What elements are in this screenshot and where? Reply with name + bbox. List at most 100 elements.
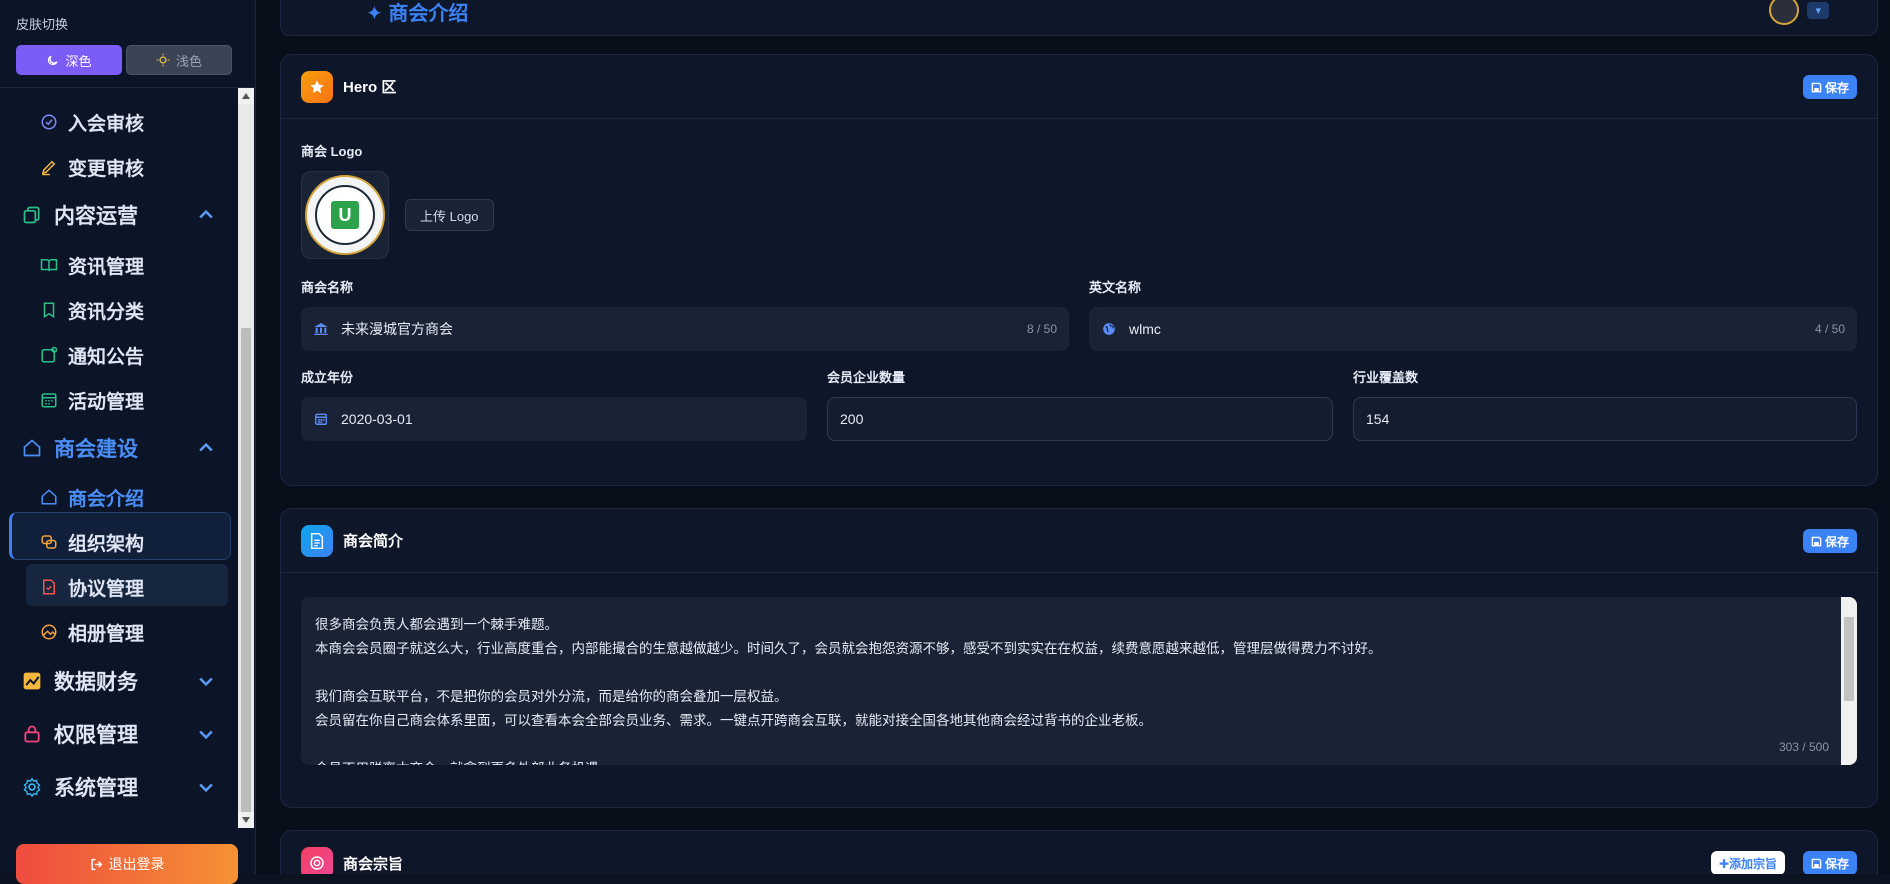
chamber-name-input[interactable]: 未来漫城官方商会 8 / 50: [301, 307, 1069, 351]
sidebar-item-chamber-intro[interactable]: 商会介绍: [40, 477, 144, 517]
sidebar-group-system[interactable]: 系统管理: [22, 765, 222, 809]
sidebar-item-label: 商会介绍: [68, 488, 145, 510]
sidebar-item-events[interactable]: 活动管理: [40, 380, 144, 420]
logo-preview[interactable]: U: [301, 171, 389, 259]
user-tag[interactable]: ▾: [1807, 1, 1829, 19]
skin-light-label: 浅色: [175, 53, 202, 69]
target-icon: [301, 847, 333, 874]
textarea-scrollbar[interactable]: [1841, 597, 1857, 765]
sidebar-item-label: 通知公告: [68, 346, 145, 368]
purpose-save-label: 保存: [1824, 856, 1849, 871]
english-name-value: wlmc: [1129, 321, 1161, 337]
intro-card-header: 商会简介 保存: [281, 509, 1877, 573]
add-purpose-button[interactable]: ✚添加宗旨: [1710, 851, 1785, 874]
sidebar-group-label: 内容运营: [54, 205, 138, 228]
industry-label: 行业覆盖数: [1353, 370, 1419, 385]
sidebar-item-label: 资讯管理: [68, 256, 145, 278]
calendar-icon: [40, 391, 58, 409]
founded-date-input[interactable]: 2020-03-01: [301, 397, 807, 441]
intro-textarea[interactable]: 很多商会负责人都会遇到一个棘手难题。 本商会会员圈子就这么大，行业高度重合，内部…: [301, 597, 1857, 765]
chamber-name-value: 未来漫城官方商会: [341, 321, 453, 337]
save-icon: [1811, 82, 1822, 92]
skin-dark-button[interactable]: 深色: [16, 45, 122, 75]
hero-card: Hero 区 保存 商会 Logo U 上传 Logo 商会名称 未来漫城官方商…: [280, 54, 1878, 486]
purpose-title: 商会宗旨: [343, 855, 404, 873]
intro-save-label: 保存: [1824, 534, 1849, 549]
user-info[interactable]: ▾: [1769, 0, 1829, 25]
sidebar-item-agreement[interactable]: 协议管理: [40, 567, 144, 607]
copy-icon: [22, 205, 42, 225]
sidebar-item-news[interactable]: 资讯管理: [40, 245, 144, 285]
sidebar-group-label: 商会建设: [54, 438, 138, 461]
sidebar-item-change-review[interactable]: 变更审核: [40, 147, 144, 187]
link-icon: [40, 533, 58, 551]
hero-title: Hero 区: [343, 79, 397, 96]
intro-save-button[interactable]: 保存: [1802, 529, 1857, 553]
sidebar-item-label: 变更审核: [68, 158, 145, 180]
english-name-input[interactable]: wlmc 4 / 50: [1089, 307, 1857, 351]
chevron-down-icon: [199, 783, 213, 793]
intro-line: [315, 733, 1843, 757]
intro-line: 本商会会员圈子就这么大，行业高度重合，内部能撮合的生意越做越少。时间久了，会员就…: [315, 641, 1382, 656]
home-icon: [40, 488, 58, 506]
purpose-card: 商会宗旨 ✚添加宗旨 保存: [280, 830, 1878, 874]
industry-count-input[interactable]: 154: [1353, 397, 1857, 441]
chamber-name-count: 8 / 50: [1026, 322, 1057, 336]
member-count-input[interactable]: 200: [827, 397, 1333, 441]
intro-card: 商会简介 保存 很多商会负责人都会遇到一个棘手难题。 本商会会员圈子就这么大，行…: [280, 508, 1878, 808]
purpose-save-button[interactable]: 保存: [1802, 851, 1857, 874]
sidebar-group-permission[interactable]: 权限管理: [22, 712, 222, 756]
textarea-scroll-thumb[interactable]: [1844, 617, 1854, 701]
book-open-icon: [40, 256, 58, 274]
intro-line: 很多商会负责人都会遇到一个棘手难题。: [315, 617, 558, 632]
sidebar-item-news-category[interactable]: 资讯分类: [40, 290, 144, 330]
chevron-down-icon: [199, 677, 213, 687]
sidebar-item-org[interactable]: 组织架构: [40, 522, 144, 562]
skin-dark-label: 深色: [65, 53, 92, 69]
save-icon: [1811, 536, 1822, 546]
name-label: 商会名称: [301, 280, 354, 295]
skin-light-button[interactable]: 浅色: [126, 45, 232, 75]
scroll-thumb[interactable]: [241, 328, 251, 816]
logout-icon: [90, 858, 102, 870]
skin-switcher: 皮肤切换 深色 浅色: [0, 0, 256, 88]
logo-mark: U: [331, 201, 359, 229]
member-count-value: 200: [840, 411, 864, 427]
industry-count-value: 154: [1366, 411, 1390, 427]
scroll-up-arrow-icon[interactable]: [238, 88, 254, 104]
sidebar-group-content[interactable]: 内容运营: [22, 193, 222, 237]
bookmark-icon: [40, 301, 58, 319]
chevron-up-icon: [199, 442, 213, 452]
sidebar-group-label: 系统管理: [54, 777, 138, 800]
scroll-down-arrow-icon[interactable]: [238, 812, 254, 828]
sidebar-item-album[interactable]: 相册管理: [40, 612, 144, 652]
logo-inner: U: [315, 185, 375, 245]
chevron-down-icon: [199, 730, 213, 740]
year-label: 成立年份: [301, 370, 354, 385]
members-label: 会员企业数量: [827, 370, 906, 385]
purpose-card-header: 商会宗旨 ✚添加宗旨 保存: [281, 831, 1877, 874]
sidebar-group-label: 权限管理: [54, 724, 138, 747]
chevron-up-icon: [199, 209, 213, 219]
sidebar-item-notice[interactable]: 通知公告: [40, 335, 144, 375]
notification-icon: [40, 346, 58, 364]
avatar[interactable]: [1769, 0, 1800, 25]
sidebar-scrollbar[interactable]: [238, 88, 254, 828]
sidebar-item-join-review[interactable]: 入会审核: [40, 102, 144, 142]
pencil-icon: [40, 158, 58, 176]
calendar-icon: [313, 411, 329, 427]
sidebar-group-finance[interactable]: 数据财务: [22, 659, 222, 703]
hero-save-button[interactable]: 保存: [1802, 75, 1857, 99]
logout-button[interactable]: 退出登录: [16, 844, 238, 884]
sidebar-item-label: 资讯分类: [68, 301, 145, 323]
lock-icon: [22, 724, 42, 744]
upload-logo-button[interactable]: 上传 Logo: [405, 199, 494, 231]
logout-label: 退出登录: [108, 856, 165, 872]
image-icon: [40, 623, 58, 641]
star-icon: [301, 70, 333, 103]
intro-title: 商会简介: [343, 533, 404, 550]
logo-text: U: [338, 204, 352, 225]
sidebar-group-chamber[interactable]: 商会建设: [22, 426, 222, 470]
sidebar-item-label: 协议管理: [68, 578, 145, 600]
document-check-icon: [40, 578, 58, 596]
